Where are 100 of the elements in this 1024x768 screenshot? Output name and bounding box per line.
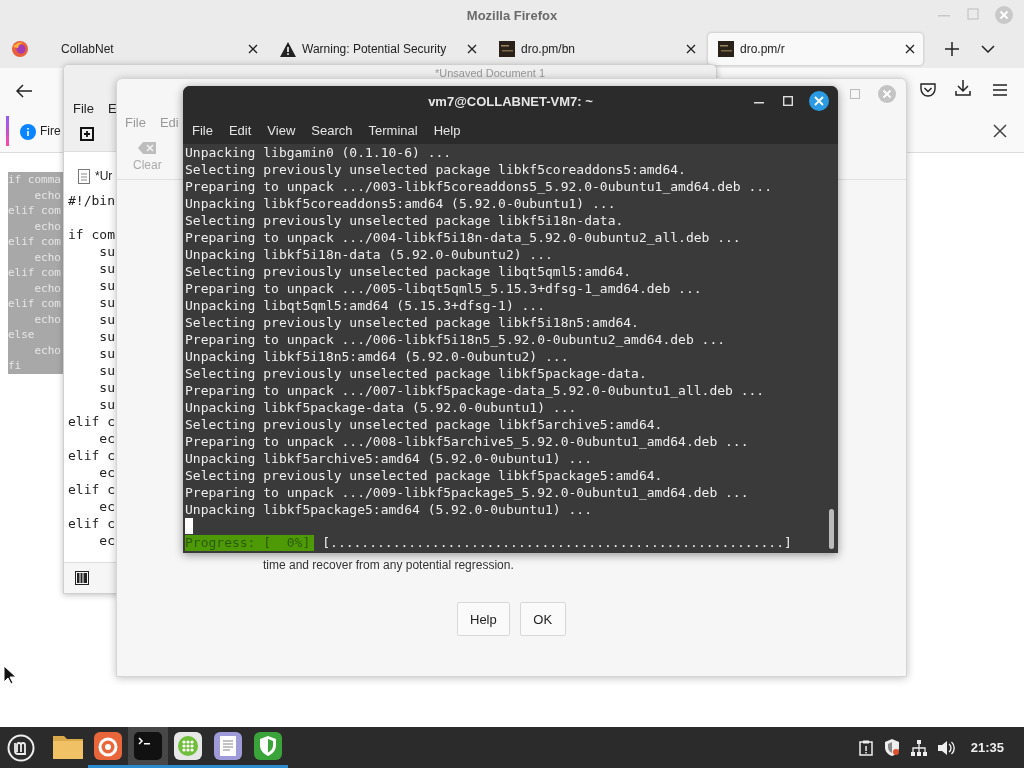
code-line: #!/bin [68,193,115,208]
code-line: if com [68,227,115,242]
browser-tab[interactable]: Warning: Potential Security [270,33,485,65]
browser-tab[interactable]: dro.pm/r [708,33,923,65]
code-line: echo [33,311,62,327]
close-tab-icon[interactable] [686,44,696,54]
browser-icon [94,732,122,760]
pocket-icon[interactable] [920,82,936,97]
sidebar-toggle-icon[interactable] [75,571,89,585]
terminal-line: Selecting previously unselected package libkf5coreaddons5:amd64. [185,161,687,178]
terminal-line: Selecting previously unselected package libkf5package5:amd64. [185,467,664,484]
terminal-line: Unpacking libkf5coreaddons5:amd64 (5.92.0-0ubuntu1) ... [185,195,617,212]
text-cursor [185,518,193,534]
close-tab-icon[interactable] [905,44,915,54]
shield-icon [254,732,282,760]
window-title: vm7@COLLABNET-VM7: ~ [428,93,593,109]
code-line: su [98,329,115,344]
dialog-message: time and recover from any potential regression. [263,558,515,572]
site-thumbnail-icon [499,41,515,57]
dialog-button[interactable]: Help [457,602,510,636]
menu-item[interactable]: E [107,100,117,116]
terminal-line: Selecting previously unselected package libkf5archive5:amd64. [185,416,664,433]
terminal-line: Preparing to unpack .../008-libkf5archive5_5.92.0-0ubuntu1_amd64.deb ... [185,433,750,450]
clipboard-icon[interactable] [858,739,873,756]
code-line: ec [98,533,115,548]
browser-logo-icon[interactable] [11,40,29,58]
menu-item[interactable]: Help [433,122,461,138]
menu-item[interactable]: Search [311,122,353,138]
terminal-line: Unpacking libkf5archive5:amd64 (5.92.0-0ubuntu1) ... [185,450,593,467]
new-tab-icon[interactable] [945,42,959,56]
code-line: elif com [8,296,62,312]
document-icon [78,168,90,184]
shield-icon[interactable] [883,739,900,756]
clock[interactable]: 21:35 [970,740,1004,755]
notification-stripe [6,116,9,146]
dialog-button[interactable]: OK [519,602,566,636]
menu-item[interactable]: File [73,100,94,116]
code-line: ec [98,499,115,514]
browser-tab[interactable]: CollabNet [51,33,266,65]
warning-icon [280,41,296,57]
maximize-icon[interactable] [783,96,793,106]
close-tab-icon[interactable] [467,44,477,54]
code-line: fi [8,358,23,374]
code-line: echo [33,249,62,265]
terminal-line: Preparing to unpack .../009-libkf5package5_5.92.0-0ubuntu1_amd64.deb ... [185,484,750,501]
minimize-icon[interactable] [754,102,764,105]
code-line: echo [33,280,62,296]
terminal-line: Preparing to unpack .../004-libkf5i18n-data_5.92.0-0ubuntu2_all.deb ... [185,229,742,246]
close-tab-icon[interactable] [248,44,258,54]
terminal-line: Selecting previously unselected package libkf5i18n-data. [185,212,625,229]
back-icon[interactable] [16,84,32,98]
chevron-down-icon[interactable] [981,45,995,53]
notification-text: Fire [40,124,61,138]
code-line: if comma [8,172,62,188]
menu-icon[interactable] [993,84,1007,96]
code-line: su [98,261,115,276]
code-line: echo [33,342,62,358]
window-title: *Unsaved Document 1 [434,67,546,81]
volume-icon[interactable] [937,740,956,755]
code-line: elif c [68,448,115,463]
code-line: su [98,346,115,361]
document-tab[interactable]: *Ur [95,169,113,183]
browser-tab[interactable]: dro.pm/bn [489,33,704,65]
text-editor-icon [214,732,242,760]
code-line: elif c [68,414,115,429]
start-menu-icon[interactable] [7,733,35,762]
scrollbar-thumb[interactable] [829,509,834,549]
menu-item[interactable]: Edit [228,122,252,138]
code-line: su [98,397,115,412]
code-line: else [8,327,36,343]
apps-grid-icon [174,732,202,760]
progress-label: Progress: [ 0%] [185,535,315,551]
window-title: Mozilla Firefox [466,7,558,23]
network-icon[interactable] [910,739,927,756]
terminal-line: Unpacking libkf5i18n5:amd64 (5.92.0-0ubuntu2) ... [185,348,570,365]
code-line: echo [33,187,62,203]
clear-icon [138,142,157,154]
terminal-line: Selecting previously unselected package libqt5qml5:amd64. [185,263,633,280]
code-line: ec [98,431,115,446]
code-line: su [98,278,115,293]
folder-icon [53,733,83,759]
site-thumbnail-icon [718,41,734,57]
new-document-icon[interactable] [80,127,94,141]
mouse-pointer-icon [3,665,17,685]
close-icon[interactable] [993,124,1007,138]
close-icon[interactable] [809,91,829,111]
terminal-line: Unpacking libgamin0 (0.1.10-6) ... [185,144,453,161]
menu-item[interactable]: Terminal [368,122,418,138]
menu-item[interactable]: View [267,122,296,138]
terminal-line: Preparing to unpack .../006-libkf5i18n5_5.92.0-0ubuntu2_amd64.deb ... [185,331,727,348]
terminal-line: Preparing to unpack .../005-libqt5qml5_5.15.3+dfsg-1_amd64.deb ... [185,280,703,297]
info-icon [20,124,36,140]
code-line: elif com [8,203,62,219]
code-line: elif com [8,265,62,281]
code-line: elif c [68,482,115,497]
terminal-line: Unpacking libkf5i18n-data (5.92.0-0ubuntu2) ... [185,246,554,263]
code-line: su [98,295,115,310]
menu-item[interactable]: File [192,122,213,138]
download-icon[interactable] [955,80,971,96]
code-line: su [98,312,115,327]
